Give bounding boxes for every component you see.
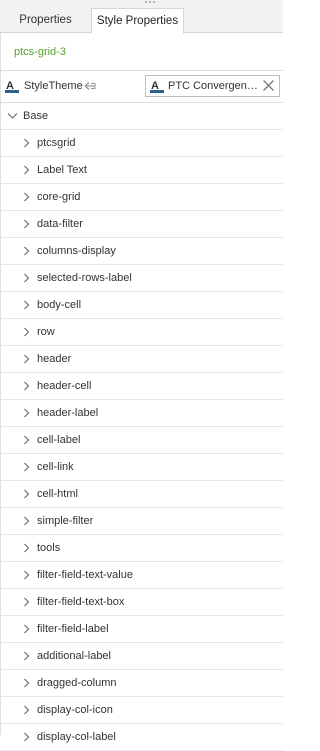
style-property-label: display-col-icon (37, 704, 113, 716)
chevron-right-icon (24, 300, 30, 310)
widget-name-label: ptcs-grid-3 (14, 46, 66, 58)
style-theme-label: StyleTheme (24, 80, 83, 92)
chevron-right-icon (24, 570, 30, 580)
style-property-label: header (37, 353, 72, 365)
style-property-row[interactable]: body-cell (0, 292, 283, 319)
style-property-label: simple-filter (37, 515, 94, 527)
style-theme-row: A StyleTheme A PTC Convergence Theme (0, 71, 283, 102)
style-theme-icon: A (5, 80, 19, 93)
chevron-right-icon (24, 246, 30, 256)
group-base-label: Base (23, 110, 49, 122)
chevron-right-icon (24, 165, 30, 175)
chevron-right-icon (24, 381, 30, 391)
chevron-right-icon (24, 354, 30, 364)
style-property-row[interactable]: cell-link (0, 454, 283, 481)
chevron-right-icon (24, 543, 30, 553)
chevron-right-icon (24, 489, 30, 499)
style-property-row[interactable]: display-col-label (0, 724, 283, 751)
chevron-right-icon (24, 651, 30, 661)
style-property-label: core-grid (37, 191, 81, 203)
style-theme-value: PTC Convergence Theme (168, 80, 258, 92)
style-property-row[interactable]: columns-display (0, 238, 283, 265)
style-property-row[interactable]: header (0, 346, 283, 373)
group-base-header[interactable]: Base (0, 103, 283, 130)
style-property-row[interactable]: simple-filter (0, 508, 283, 535)
chevron-right-icon (24, 462, 30, 472)
chevron-right-icon (24, 192, 30, 202)
chevron-right-icon (24, 138, 30, 148)
style-property-label: filter-field-text-value (37, 569, 133, 581)
tab-properties[interactable]: Properties (0, 8, 91, 33)
style-property-label: data-filter (37, 218, 83, 230)
style-property-row[interactable]: cell-html (0, 481, 283, 508)
chevron-right-icon (24, 273, 30, 283)
style-property-row[interactable]: filter-field-text-value (0, 562, 283, 589)
style-property-row[interactable]: additional-label (0, 643, 283, 670)
style-property-label: additional-label (37, 650, 111, 662)
style-property-row[interactable]: cell-label (0, 427, 283, 454)
style-property-label: Label Text (37, 164, 87, 176)
chevron-right-icon (24, 408, 30, 418)
style-property-label: header-cell (37, 380, 92, 392)
style-property-label: ptcsgrid (37, 137, 76, 149)
style-property-row[interactable]: selected-rows-label (0, 265, 283, 292)
style-property-label: dragged-column (37, 677, 117, 689)
style-property-list: ptcsgrid Label Text core-grid data-filter co… (0, 130, 283, 751)
style-property-row[interactable]: tools (0, 535, 283, 562)
style-property-row[interactable]: row (0, 319, 283, 346)
chevron-right-icon (24, 624, 30, 634)
style-property-label: filter-field-text-box (37, 596, 125, 608)
style-property-label: row (37, 326, 55, 338)
style-property-row[interactable]: data-filter (0, 211, 283, 238)
tab-bar: Properties Style Properties (0, 8, 283, 34)
close-icon[interactable] (262, 79, 275, 92)
style-property-row[interactable]: filter-field-text-box (0, 589, 283, 616)
chevron-right-icon (24, 327, 30, 337)
chevron-right-icon (24, 678, 30, 688)
style-property-label: display-col-label (37, 731, 116, 743)
link-arrow-icon[interactable] (84, 81, 96, 91)
chevron-right-icon (24, 435, 30, 445)
panel-resize-grip[interactable] (0, 0, 283, 8)
chevron-right-icon (24, 732, 30, 742)
grip-dots-icon (145, 1, 155, 3)
chevron-right-icon (24, 705, 30, 715)
chevron-down-icon (7, 113, 18, 119)
style-property-label: columns-display (37, 245, 116, 257)
chevron-right-icon (24, 219, 30, 229)
style-theme-select[interactable]: A PTC Convergence Theme (145, 75, 280, 97)
style-property-row[interactable]: display-col-icon (0, 697, 283, 724)
style-property-label: tools (37, 542, 61, 554)
style-property-label: cell-label (37, 434, 81, 446)
style-property-row[interactable]: core-grid (0, 184, 283, 211)
tab-style-properties[interactable]: Style Properties (91, 8, 184, 34)
style-property-label: cell-html (37, 488, 78, 500)
style-property-row[interactable]: header-cell (0, 373, 283, 400)
style-property-label: filter-field-label (37, 623, 109, 635)
chevron-right-icon (24, 597, 30, 607)
style-property-row[interactable]: ptcsgrid (0, 130, 283, 157)
style-property-row[interactable]: filter-field-label (0, 616, 283, 643)
style-property-label: body-cell (37, 299, 82, 311)
chevron-right-icon (24, 516, 30, 526)
style-property-row[interactable]: dragged-column (0, 670, 283, 697)
style-property-label: header-label (37, 407, 99, 419)
style-property-row[interactable]: header-label (0, 400, 283, 427)
style-theme-icon: A (150, 80, 164, 93)
style-property-label: cell-link (37, 461, 74, 473)
style-property-row[interactable]: Label Text (0, 157, 283, 184)
style-property-label: selected-rows-label (37, 272, 132, 284)
